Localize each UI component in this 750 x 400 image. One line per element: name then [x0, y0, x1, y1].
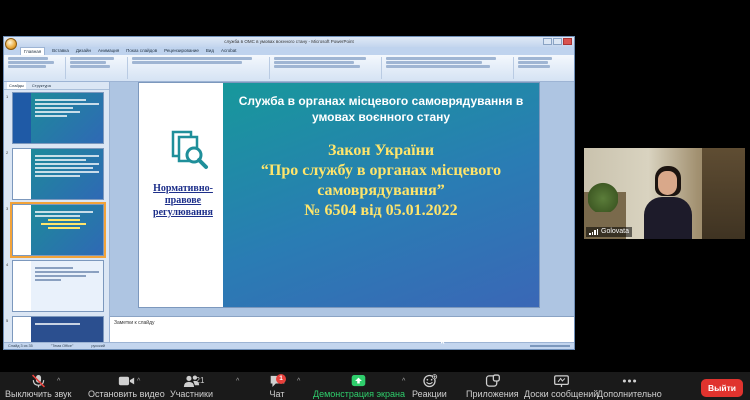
- thumbs-tabs: Слайды Структура: [4, 82, 109, 90]
- status-slide-count: Слайд 3 из 35: [8, 344, 33, 348]
- reactions-button[interactable]: Реакции: [412, 374, 447, 400]
- ribbon-tab-review[interactable]: Рецензирование: [164, 47, 199, 55]
- signal-bars-icon: [589, 229, 598, 235]
- zoom-slider[interactable]: [530, 343, 570, 349]
- whiteboard-icon: [553, 375, 569, 387]
- more-dots-icon: [622, 379, 637, 383]
- microphone-muted-icon: [31, 374, 45, 388]
- status-theme: "Тема Office": [50, 344, 74, 348]
- participants-options-chevron-icon[interactable]: ^: [236, 378, 239, 385]
- mute-options-chevron-icon[interactable]: ^: [57, 378, 60, 385]
- window-controls: [543, 38, 572, 45]
- ribbon-tab-design[interactable]: Дизайн: [76, 47, 91, 55]
- participant-name: Golovata: [601, 228, 630, 235]
- chat-options-chevron-icon[interactable]: ^: [297, 378, 300, 385]
- slide-heading: Служба в органах місцевого самоврядуванн…: [238, 94, 524, 124]
- office-button-icon[interactable]: [5, 38, 17, 50]
- mute-button[interactable]: Выключить звук: [5, 374, 72, 400]
- law-name: “Про службу в органах місцевого самовряд…: [260, 162, 502, 199]
- notes-pane[interactable]: Заметки к слайду: [110, 316, 574, 342]
- share-screen-icon: [352, 375, 366, 387]
- ribbon-group-editing[interactable]: [516, 57, 566, 79]
- slide-thumbnail-3-selected[interactable]: 3: [4, 202, 108, 258]
- participant-video-tile[interactable]: Golovata: [584, 148, 745, 239]
- slide-law-block: Закон України “Про службу в органах місц…: [231, 141, 531, 221]
- close-icon[interactable]: [563, 38, 572, 45]
- shared-screen-powerpoint[interactable]: служба в ОМС в умовах воєнного стану - M…: [3, 36, 575, 350]
- left-label: Нормативно-правове регулювання: [153, 183, 213, 218]
- whiteboards-button[interactable]: Доски сообщений: [524, 374, 598, 400]
- ribbon-tab-slideshow[interactable]: Показ слайдов: [126, 47, 157, 55]
- slide-thumbnails-pane[interactable]: Слайды Структура 1 2 3 4 5: [4, 82, 110, 342]
- more-button[interactable]: Дополнительно: [597, 374, 662, 400]
- video-camera-icon: [118, 376, 134, 386]
- slide-thumbnail-5[interactable]: 5: [4, 316, 108, 342]
- ribbon-tab-insert[interactable]: Вставка: [52, 47, 69, 55]
- status-language: русский: [91, 344, 105, 348]
- ribbon-tab-home[interactable]: Главная: [20, 47, 46, 55]
- ribbon-group-font[interactable]: [130, 57, 270, 79]
- participants-button[interactable]: 21 Участники: [170, 374, 213, 400]
- meeting-toolbar: Выключить звук ^ Остановить видео ^ 21 У…: [0, 372, 750, 400]
- ppt-title-bar: служба в ОМС в умовах воєнного стану - M…: [4, 37, 574, 47]
- document-magnifier-icon: [171, 130, 208, 169]
- slide-editor[interactable]: Нормативно-правове регулювання Служба в …: [110, 82, 574, 342]
- tab-outline[interactable]: Структура: [30, 82, 53, 89]
- zoom-meeting-screen: служба в ОМС в умовах воєнного стану - M…: [0, 0, 750, 400]
- ppt-workspace: Слайды Структура 1 2 3 4 5 Нормативно-пр…: [4, 82, 574, 342]
- stop-video-button[interactable]: Остановить видео: [88, 374, 165, 400]
- ribbon: [4, 55, 574, 82]
- chat-button[interactable]: 1 Чат: [265, 374, 289, 400]
- law-title: Закон України: [327, 142, 435, 159]
- participant-name-tag: Golovata: [586, 227, 633, 237]
- ribbon-group-slides[interactable]: [68, 57, 128, 79]
- share-screen-button[interactable]: Демонстрация экрана: [313, 374, 405, 400]
- ribbon-group-paragraph[interactable]: [272, 57, 382, 79]
- leave-meeting-button[interactable]: Выйти: [701, 379, 743, 397]
- video-options-chevron-icon[interactable]: ^: [137, 378, 140, 385]
- ribbon-group-drawing[interactable]: [384, 57, 514, 79]
- ribbon-tab-animation[interactable]: Анимация: [98, 47, 119, 55]
- apps-icon: [485, 374, 500, 387]
- participants-count: 21: [195, 376, 205, 385]
- slide-thumbnail-4[interactable]: 4: [4, 260, 108, 312]
- slide-thumbnail-1[interactable]: 1: [4, 92, 108, 144]
- participant-person: [642, 166, 692, 239]
- ppt-status-bar: Слайд 3 из 35 "Тема Office" русский: [4, 342, 574, 349]
- tab-slides[interactable]: Слайды: [7, 82, 26, 89]
- slide-thumbnail-2[interactable]: 2: [4, 148, 108, 200]
- ribbon-group-clipboard[interactable]: [6, 57, 66, 79]
- law-number: № 6504 від 05.01.2022: [304, 202, 458, 219]
- apps-button[interactable]: Приложения: [466, 374, 519, 400]
- ribbon-tab-acrobat[interactable]: Acrobat: [221, 47, 237, 55]
- ppt-window-title: служба в ОМС в умовах воєнного стану - M…: [224, 39, 354, 44]
- ribbon-tabs: Главная Вставка Дизайн Анимация Показ сл…: [4, 47, 574, 55]
- current-slide[interactable]: Нормативно-правове регулювання Служба в …: [138, 82, 540, 308]
- share-options-chevron-icon[interactable]: ^: [402, 378, 405, 385]
- slide-left-panel: Нормативно-правове регулювання: [139, 83, 223, 307]
- maximize-icon[interactable]: [553, 38, 562, 45]
- ribbon-tab-view[interactable]: Вид: [206, 47, 214, 55]
- smiley-reaction-icon: [423, 374, 438, 388]
- chat-unread-badge: 1: [276, 374, 286, 384]
- minimize-icon[interactable]: [543, 38, 552, 45]
